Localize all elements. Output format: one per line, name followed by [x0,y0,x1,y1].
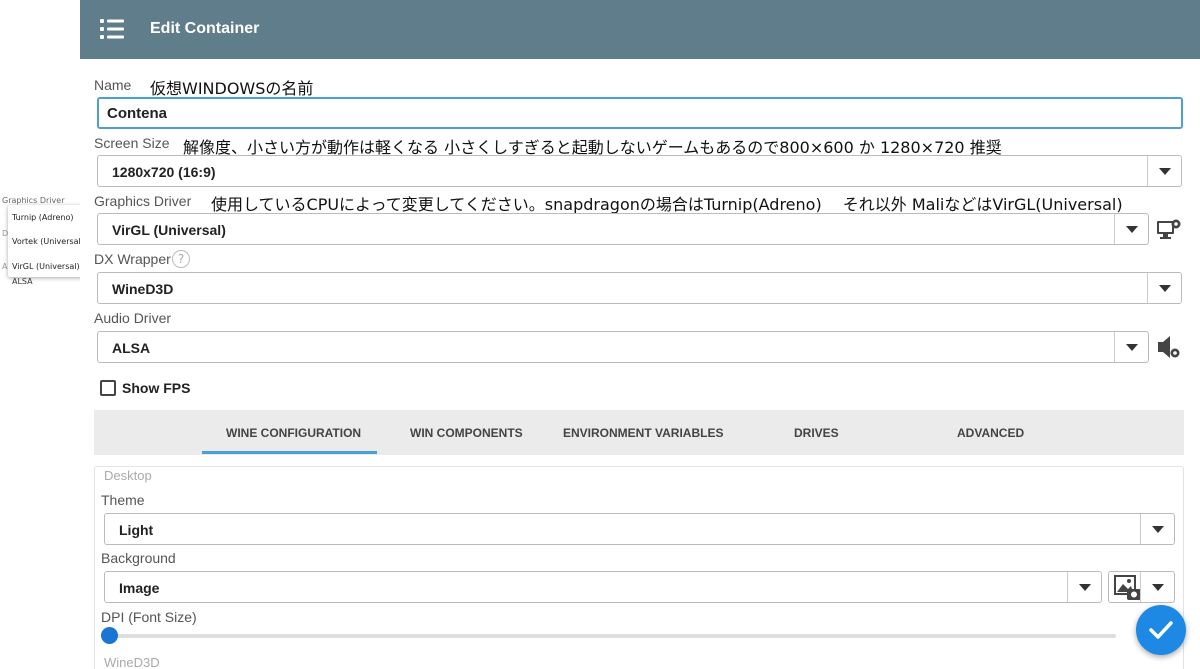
dropdown-arrow[interactable] [1147,273,1181,303]
name-label: Name [94,77,132,93]
screen-size-label: Screen Size [94,135,170,151]
dropdown-arrow[interactable] [1114,332,1148,362]
dpi-slider-track[interactable] [108,634,1116,638]
active-tab-indicator [202,451,377,454]
dx-wrapper-value: WineD3D [112,281,174,297]
dropdown-arrow[interactable] [1140,514,1174,544]
tab-win-components[interactable]: WIN COMPONENTS [410,426,523,440]
chevron-down-icon [1159,285,1171,292]
tab-bar: WINE CONFIGURATION WIN COMPONENTS ENVIRO… [94,410,1184,455]
edit-container-panel: Edit Container Name 仮想WINDOWSの名前 Contena… [80,0,1200,669]
app-bar: Edit Container [80,0,1200,59]
theme-value: Light [119,522,154,538]
chevron-down-icon [1152,584,1164,591]
inset-option-virgl[interactable]: VirGL (Universal) [12,262,80,271]
background-value: Image [119,580,160,596]
desktop-legend: Desktop [101,468,155,483]
audio-driver-select[interactable]: ALSA [97,331,1149,363]
checkmark-icon [1149,621,1173,639]
name-input[interactable]: Contena [97,97,1183,129]
theme-label: Theme [101,492,145,508]
image-camera-icon [1114,575,1141,600]
dropdown-arrow[interactable] [1067,572,1101,602]
background-select[interactable]: Image [104,571,1102,603]
hamburger-icon[interactable] [100,18,124,40]
tab-advanced[interactable]: ADVANCED [957,426,1024,440]
wined3d-legend: WineD3D [101,655,163,669]
dpi-label: DPI (Font Size) [101,609,197,625]
dropdown-arrow[interactable] [1140,572,1174,602]
chevron-down-icon [1126,226,1138,233]
theme-select[interactable]: Light [104,513,1175,545]
monitor-gear-icon[interactable] [1156,216,1182,242]
dx-wrapper-select[interactable]: WineD3D [97,272,1182,304]
show-fps-label: Show FPS [122,380,191,396]
audio-driver-label: Audio Driver [94,310,172,326]
screen-size-value: 1280x720 (16:9) [112,164,216,180]
inset-clipped-letter: A [2,262,8,271]
show-fps-checkbox[interactable] [100,380,116,396]
tab-drives[interactable]: DRIVES [794,426,839,440]
inset-option-vortek[interactable]: Vortek (Universal) [12,237,84,246]
graphics-driver-value: VirGL (Universal) [112,222,226,238]
chevron-down-icon [1079,584,1091,591]
help-icon[interactable]: ? [172,250,190,268]
name-annotation: 仮想WINDOWSの名前 [150,79,314,98]
dropdown-arrow[interactable] [1114,214,1148,244]
tab-wine-configuration[interactable]: WINE CONFIGURATION [226,426,361,440]
chevron-down-icon [1159,168,1171,175]
graphics-driver-annotation: 使用しているCPUによって変更してください。snapdragonの場合はTurn… [211,195,1123,214]
dpi-slider-thumb[interactable] [101,627,118,644]
confirm-button[interactable] [1136,605,1186,655]
inset-audio-value: ALSA [12,277,33,286]
background-label: Background [101,550,176,566]
tab-environment-variables[interactable]: ENVIRONMENT VARIABLES [563,426,723,440]
inset-dropdown-menu: Turnip (Adreno) Vortek (Universal) VirGL… [8,205,84,277]
graphics-driver-label: Graphics Driver [94,193,192,209]
background-image-picker[interactable] [1108,571,1175,603]
speaker-gear-icon[interactable] [1156,334,1182,360]
chevron-down-icon [1126,344,1138,351]
inset-graphics-driver-label: Graphics Driver [2,196,65,205]
chevron-down-icon [1152,526,1164,533]
screen-size-select[interactable]: 1280x720 (16:9) [97,155,1182,187]
dx-wrapper-label: DX Wrapper [94,251,171,267]
audio-driver-value: ALSA [112,340,151,356]
desktop-group [94,466,1184,669]
dropdown-arrow[interactable] [1147,156,1181,186]
page-title: Edit Container [150,20,260,37]
inset-option-turnip[interactable]: Turnip (Adreno) [12,213,73,222]
graphics-driver-select[interactable]: VirGL (Universal) [97,213,1149,245]
